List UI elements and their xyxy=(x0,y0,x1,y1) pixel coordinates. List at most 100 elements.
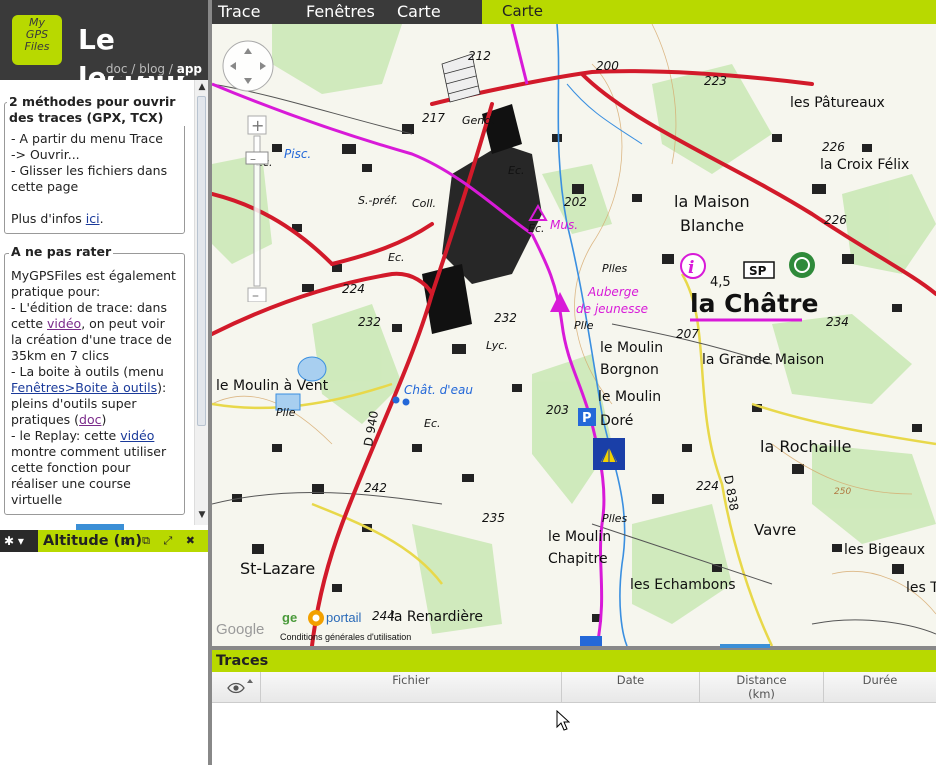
terms-of-use-link: Conditions générales d'utilisation xyxy=(280,632,411,642)
map-label-ec-5: Ec. xyxy=(528,222,545,235)
map-altitude-234: 234 xyxy=(826,315,849,329)
map-label-blanche: Blanche xyxy=(680,216,744,235)
map-label-vavre: Vavre xyxy=(754,521,796,539)
distance-unit: (km) xyxy=(748,687,775,701)
map-label-la-renardiere: la Renardière xyxy=(390,609,483,625)
app-link[interactable]: app xyxy=(177,62,202,76)
column-header-duree[interactable]: Durée xyxy=(824,672,936,703)
toolbox-doc-link[interactable]: doc xyxy=(79,412,101,427)
pilgrim-shell-icon xyxy=(593,438,625,470)
menu-fenetres[interactable]: Fenêtres xyxy=(306,0,375,24)
app-logo[interactable]: My GPS Files xyxy=(12,15,62,65)
svg-text:ge: ge xyxy=(282,610,297,625)
replay-text-b: montre comment utiliser cette fonction p… xyxy=(11,444,167,507)
map-altitude-212: 212 xyxy=(468,49,491,63)
map-altitude-244: 244 xyxy=(372,609,395,623)
map-label-ec-3: Ec. xyxy=(388,251,405,264)
zoom-slider-handle[interactable]: – xyxy=(245,151,269,166)
map-altitude-232: 232 xyxy=(358,315,381,329)
map-label-plles-2: Plles xyxy=(602,512,628,525)
zoom-in-button[interactable]: + xyxy=(247,115,267,135)
google-attribution: Google xyxy=(216,621,264,638)
column-header-date[interactable]: Date xyxy=(562,672,700,703)
more-info-text: Plus d'infos ici. xyxy=(11,211,178,227)
scroll-thumb[interactable] xyxy=(197,96,206,426)
map-altitude-226: 226 xyxy=(822,140,845,154)
map-label-sp: SP xyxy=(749,264,767,278)
map-altitude-235: 235 xyxy=(482,511,505,525)
svg-text:portail: portail xyxy=(326,610,362,625)
map-label-ec-4: Ec. xyxy=(424,417,441,430)
map-label-la-maison: la Maison xyxy=(674,192,750,211)
scroll-down-icon[interactable]: ▼ xyxy=(197,510,207,520)
more-info-prefix: Plus d'infos xyxy=(11,211,86,226)
dont-miss-item-replay: - le Replay: cette vidéo montre comment … xyxy=(11,428,178,508)
menu-carte[interactable]: Carte xyxy=(397,0,441,24)
map-label-piscine: Pisc. xyxy=(284,147,311,161)
traces-title: Traces xyxy=(216,653,269,669)
map-contour-250: 250 xyxy=(834,487,851,497)
replay-text-a: - le Replay: cette xyxy=(11,428,121,443)
map-altitude-232b: 232 xyxy=(494,311,517,325)
minus-icon: – xyxy=(252,288,259,302)
toolbox-text-c: ) xyxy=(101,412,107,427)
altitude-settings-menu[interactable]: ✱ ▾ xyxy=(0,530,38,552)
sports-ground-icon xyxy=(789,252,815,278)
info-scrollbar[interactable]: ▲ ▼ xyxy=(194,80,208,525)
map-label-la-croix-felix: la Croix Félix xyxy=(820,157,909,173)
map-altitude-207: 207 xyxy=(676,327,699,341)
replay-video-link[interactable]: vidéo xyxy=(120,428,154,443)
open-methods-box: 2 méthodes pour ouvrir des traces (GPX, … xyxy=(4,94,185,234)
map-altitude-226b: 226 xyxy=(824,213,847,227)
sidebar: My GPS Files Le lecteur doc / blog / app… xyxy=(0,0,208,765)
map-label-chateau-eau: Chât. d'eau xyxy=(404,383,473,397)
map-panel-title: Carte xyxy=(502,2,543,20)
dont-miss-box: A ne pas rater MyGPSFiles est également … xyxy=(4,244,185,515)
zoom-out-button[interactable]: – xyxy=(247,287,267,302)
sort-ascending-icon xyxy=(247,679,253,683)
logo-line-3: Files xyxy=(24,40,50,53)
altitude-window-controls[interactable]: ⤓ ⧉ ⤢ ✖ xyxy=(124,530,200,552)
column-header-fichier[interactable]: Fichier xyxy=(261,672,562,703)
distance-label: Distance xyxy=(736,673,787,687)
map-view[interactable]: les Pâtureaux la Croix Félix la Maison B… xyxy=(212,24,936,646)
map-resize-handle[interactable] xyxy=(720,644,770,648)
map-altitude-200: 200 xyxy=(596,59,619,73)
map-altitude-202: 202 xyxy=(564,195,587,209)
map-label-ec-1: Ec. xyxy=(508,164,525,177)
traces-table-header: Fichier Date Distance (km) Durée xyxy=(212,672,936,703)
map-altitude-223: 223 xyxy=(704,74,727,88)
more-info-link[interactable]: ici xyxy=(86,211,100,226)
map-label-lyc: Lyc. xyxy=(486,339,508,352)
mouse-cursor-icon xyxy=(556,709,571,735)
toolbox-menu-link[interactable]: Fenêtres>Boite à outils xyxy=(11,380,157,395)
header-separator: / xyxy=(127,62,140,76)
map-altitude-242: 242 xyxy=(364,481,387,495)
doc-link[interactable]: doc xyxy=(106,62,128,76)
svg-text:P: P xyxy=(582,411,592,426)
column-header-distance[interactable]: Distance (km) xyxy=(700,672,824,703)
police-station-icon: SP xyxy=(743,261,775,279)
map-label-plles-1: Plles xyxy=(602,262,628,275)
scroll-up-icon[interactable]: ▲ xyxy=(197,82,207,92)
menu-trace[interactable]: Trace xyxy=(218,0,260,24)
dont-miss-intro: MyGPSFiles est également pratique pour: xyxy=(11,268,176,299)
blog-link[interactable]: blog xyxy=(139,62,165,76)
header-separator: / xyxy=(165,62,177,76)
map-label-moulin-borgnon-2: Borgnon xyxy=(600,362,659,378)
open-methods-line: -> Ouvrir... xyxy=(11,147,80,162)
map-label-la-rochaille: la Rochaille xyxy=(760,437,851,456)
open-methods-title: 2 méthodes pour ouvrir des traces (GPX, … xyxy=(7,94,185,126)
edit-video-link[interactable]: vidéo xyxy=(47,316,81,331)
altitude-panel-header: ✱ ▾ Altitude (m) ⤓ ⧉ ⤢ ✖ xyxy=(0,530,208,552)
pan-control[interactable] xyxy=(222,40,274,92)
plus-icon: + xyxy=(251,116,264,135)
traces-panel-header: Traces xyxy=(212,650,936,672)
map-label-les-echambons: les Echambons xyxy=(630,577,736,593)
map-label-plle-1: Plle xyxy=(574,319,594,332)
map-panel-header: Carte xyxy=(482,0,936,24)
more-info-suffix: . xyxy=(99,211,104,226)
water-tower-icon xyxy=(392,396,400,404)
visibility-column-header[interactable] xyxy=(212,672,261,703)
map-label-spref: S.-préf. xyxy=(358,194,398,207)
